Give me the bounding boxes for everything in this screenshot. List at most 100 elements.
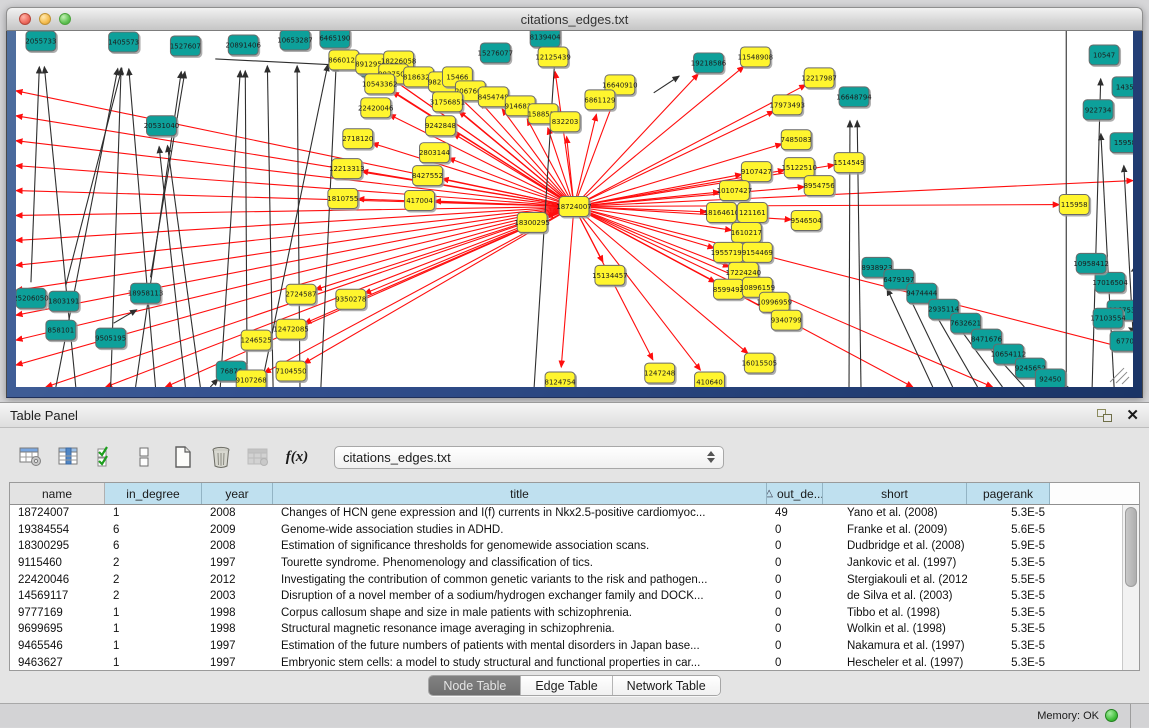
network-node[interactable]: 16015505 xyxy=(742,353,777,373)
select-all-button[interactable] xyxy=(92,443,122,471)
table-cell[interactable]: 9463627 xyxy=(10,657,105,669)
network-node[interactable]: 1246525 xyxy=(241,330,272,350)
table-cell[interactable]: 0 xyxy=(767,590,823,602)
network-node[interactable]: 10996959 xyxy=(757,292,792,312)
network-node[interactable]: 121161 xyxy=(737,203,767,223)
column-header-in_degree[interactable]: in_degree xyxy=(105,483,202,504)
table-row[interactable]: 946554611997Estimation of the future num… xyxy=(10,638,1122,655)
table-cell[interactable]: 2009 xyxy=(202,524,273,536)
column-header-name[interactable]: name xyxy=(10,483,105,504)
function-builder-button[interactable]: f(x) xyxy=(282,443,312,471)
network-node[interactable]: 16648794 xyxy=(836,87,872,107)
network-node[interactable]: 115958 xyxy=(1059,195,1089,215)
network-window-titlebar[interactable]: citations_edges.txt xyxy=(6,7,1143,31)
table-row[interactable]: 1872400712008Changes of HCN gene express… xyxy=(10,505,1122,522)
column-header-title[interactable]: title xyxy=(273,483,767,504)
table-cell[interactable]: Nakamura et al. (1997) xyxy=(823,640,967,652)
table-cell[interactable]: 5.3E-5 xyxy=(967,557,1050,569)
network-node[interactable]: 15276077 xyxy=(478,43,513,63)
table-cell[interactable]: 5.3E-5 xyxy=(967,640,1050,652)
network-node[interactable]: 18958113 xyxy=(128,283,163,303)
tab-edge-table[interactable]: Edge Table xyxy=(521,676,612,695)
table-cell[interactable]: 1 xyxy=(105,640,202,652)
network-node[interactable]: 7104550 xyxy=(275,361,306,381)
network-node[interactable]: 17973493 xyxy=(770,95,805,115)
network-node[interactable]: 10107427 xyxy=(717,181,752,201)
table-cell[interactable]: 22420046 xyxy=(10,574,105,586)
network-node[interactable]: 14355 xyxy=(1112,77,1133,97)
network-node[interactable]: 1405573 xyxy=(108,32,139,52)
table-cell[interactable]: 5.3E-5 xyxy=(967,657,1050,669)
window-resize-grip[interactable] xyxy=(1131,704,1149,728)
network-node[interactable]: 8954756 xyxy=(804,176,835,196)
network-node[interactable]: 6861129 xyxy=(584,90,615,110)
table-cell[interactable]: 5.3E-5 xyxy=(967,623,1050,635)
table-cell[interactable]: 0 xyxy=(767,557,823,569)
tab-node-table[interactable]: Node Table xyxy=(429,676,521,695)
column-header-out_de[interactable]: △out_de... xyxy=(767,483,823,504)
network-node[interactable]: 9340799 xyxy=(771,310,802,330)
table-cell[interactable]: 0 xyxy=(767,623,823,635)
network-node[interactable]: 12125439 xyxy=(535,47,570,67)
table-cell[interactable]: 49 xyxy=(767,507,823,519)
table-row[interactable]: 946362711997Embryonic stem cells: a mode… xyxy=(10,654,1122,670)
table-cell[interactable]: Wolkin et al. (1998) xyxy=(823,623,967,635)
network-node[interactable]: 1803191 xyxy=(48,291,79,311)
table-cell[interactable]: 2012 xyxy=(202,574,273,586)
network-node[interactable]: 2724587 xyxy=(285,284,316,304)
network-node[interactable]: 15122510 xyxy=(781,158,816,178)
network-node[interactable]: 6465190 xyxy=(319,31,350,48)
table-cell[interactable]: 6 xyxy=(105,524,202,536)
table-cell[interactable]: 0 xyxy=(767,540,823,552)
table-cell[interactable]: 0 xyxy=(767,574,823,586)
network-node[interactable]: 1514549 xyxy=(833,153,864,173)
network-node[interactable]: 6770 xyxy=(1110,331,1133,351)
network-node[interactable]: 92450 xyxy=(1035,369,1065,387)
network-node[interactable]: 9546504 xyxy=(791,210,823,230)
table-row[interactable]: 1830029562008Estimation of significance … xyxy=(10,538,1122,555)
network-node[interactable]: 17016504 xyxy=(1092,272,1128,292)
network-node[interactable]: 15958 xyxy=(1110,133,1133,153)
delete-table-button[interactable] xyxy=(244,443,274,471)
table-cell[interactable]: Corpus callosum shape and size in male p… xyxy=(273,607,767,619)
create-column-button[interactable] xyxy=(168,443,198,471)
table-row[interactable]: 1456911722003Disruption of a novel membe… xyxy=(10,588,1122,605)
network-node[interactable]: 8124754 xyxy=(545,372,577,387)
network-node[interactable]: 9107268 xyxy=(236,370,267,387)
table-cell[interactable]: 1997 xyxy=(202,557,273,569)
table-cell[interactable]: Structural magnetic resonance image aver… xyxy=(273,623,767,635)
table-cell[interactable]: 2008 xyxy=(202,507,273,519)
column-header-year[interactable]: year xyxy=(202,483,273,504)
table-cell[interactable]: 1998 xyxy=(202,607,273,619)
table-cell[interactable]: Disruption of a novel member of a sodium… xyxy=(273,590,767,602)
table-cell[interactable]: Embryonic stem cells: a model to study s… xyxy=(273,657,767,669)
table-cell[interactable]: 9777169 xyxy=(10,607,105,619)
table-cell[interactable]: 19384554 xyxy=(10,524,105,536)
table-cell[interactable]: 9465546 xyxy=(10,640,105,652)
network-node[interactable]: 858101 xyxy=(46,320,76,340)
network-node[interactable]: 1810755 xyxy=(327,189,358,209)
network-node[interactable]: 1247248 xyxy=(644,363,675,383)
table-cell[interactable]: 1 xyxy=(105,507,202,519)
table-selector-dropdown[interactable]: citations_edges.txt xyxy=(334,446,724,469)
network-node[interactable]: 922734 xyxy=(1083,100,1113,120)
show-columns-button[interactable] xyxy=(54,443,84,471)
network-node[interactable]: 8139404 xyxy=(530,31,562,47)
table-cell[interactable]: 5.3E-5 xyxy=(967,607,1050,619)
table-cell[interactable]: 9115460 xyxy=(10,557,105,569)
table-row[interactable]: 969969511998Structural magnetic resonanc… xyxy=(10,621,1122,638)
network-node[interactable]: 1610217 xyxy=(731,222,762,242)
network-node[interactable]: 9107427 xyxy=(741,162,772,182)
table-cell[interactable]: Investigating the contribution of common… xyxy=(273,574,767,586)
table-cell[interactable]: 1998 xyxy=(202,623,273,635)
network-node[interactable]: 20531040 xyxy=(144,116,179,136)
float-panel-icon[interactable] xyxy=(1097,409,1112,422)
table-cell[interactable]: Franke et al. (2009) xyxy=(823,524,967,536)
network-node[interactable]: 832203 xyxy=(550,112,580,132)
table-cell[interactable]: Estimation of significance thresholds fo… xyxy=(273,540,767,552)
network-node[interactable]: 15134457 xyxy=(592,265,627,285)
clear-selection-button[interactable] xyxy=(130,443,160,471)
network-node[interactable]: 11548908 xyxy=(738,47,773,67)
table-cell[interactable]: Tourette syndrome. Phenomenology and cla… xyxy=(273,557,767,569)
table-cell[interactable]: 2008 xyxy=(202,540,273,552)
